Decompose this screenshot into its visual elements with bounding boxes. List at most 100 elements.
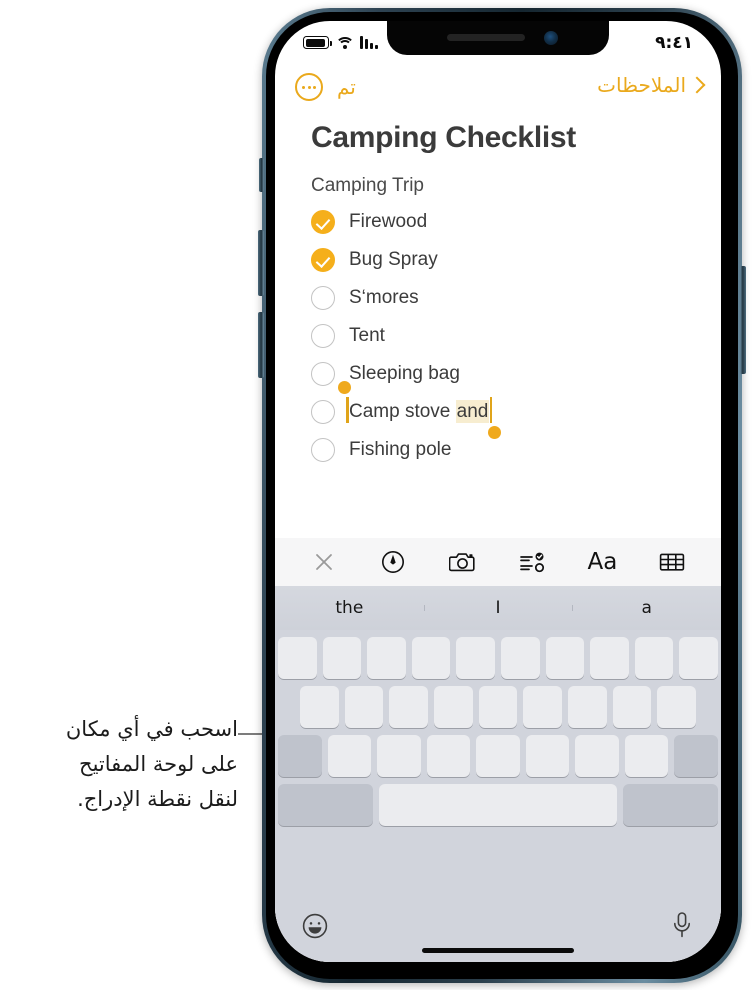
list-item-with-selection[interactable]: Camp stove and [311, 381, 721, 439]
keyboard-row-3 [275, 735, 721, 777]
key[interactable] [456, 637, 495, 679]
markup-pen-icon[interactable] [378, 547, 408, 577]
battery-full-icon [303, 36, 332, 49]
text-selection-highlight[interactable]: and [337, 381, 501, 439]
wifi-icon [335, 36, 354, 49]
navigation-actions: تم [295, 73, 356, 101]
text-format-aa-icon[interactable]: Aa [587, 547, 618, 577]
key[interactable] [634, 637, 674, 679]
key[interactable] [523, 686, 563, 728]
checklist-item-text: Camp stove [349, 401, 456, 422]
navigation-bar: الملاحظات تم [275, 67, 721, 111]
volume-down-button[interactable] [258, 312, 264, 378]
key[interactable] [299, 686, 339, 728]
notes-accessory-toolbar: Aa [275, 538, 721, 586]
key[interactable] [612, 686, 652, 728]
key[interactable] [327, 735, 372, 777]
shift-key[interactable] [277, 735, 322, 777]
back-button-label: الملاحظات [597, 73, 686, 97]
selection-end-handle[interactable] [487, 426, 501, 439]
callout-text: اسحب في أي مكان على لوحة المفاتيح لنقل ن… [65, 717, 238, 811]
space-key[interactable] [379, 784, 617, 826]
key[interactable] [679, 637, 718, 679]
checkbox-unchecked-icon[interactable] [311, 324, 335, 348]
checkbox-checked-icon[interactable] [311, 248, 335, 272]
key[interactable] [478, 686, 518, 728]
front-camera-icon [544, 31, 558, 45]
key[interactable] [367, 637, 406, 679]
list-item[interactable]: Fishing pole [311, 431, 721, 469]
checklist-item-label: Bug Spray [349, 249, 438, 270]
key[interactable] [590, 637, 629, 679]
key[interactable] [377, 735, 421, 777]
done-button[interactable]: تم [337, 75, 356, 99]
display-notch [387, 21, 609, 55]
key[interactable] [568, 686, 607, 728]
list-item[interactable]: Bug Spray [311, 241, 721, 279]
status-indicators [303, 36, 378, 49]
checkbox-unchecked-icon[interactable] [311, 400, 335, 424]
checklist-icon[interactable] [518, 547, 548, 577]
checkbox-unchecked-icon[interactable] [311, 438, 335, 462]
format-label: Aa [587, 549, 618, 575]
device-screen: ٩:٤١ الملاحظات تم Camping Checklist Camp… [275, 21, 721, 962]
key[interactable] [426, 735, 471, 777]
key[interactable] [411, 637, 451, 679]
camera-icon[interactable] [448, 547, 478, 577]
list-item[interactable]: Sleeping bag [311, 355, 721, 393]
key[interactable] [434, 686, 473, 728]
page-title: Camping Checklist [311, 121, 576, 154]
checkbox-unchecked-icon[interactable] [311, 286, 335, 310]
software-keyboard[interactable]: the I a [275, 586, 721, 962]
status-bar-time: ٩:٤١ [655, 33, 693, 53]
checklist-item-label: Tent [349, 325, 385, 346]
checklist-item-label: Camp stove and [337, 381, 501, 439]
key[interactable] [344, 686, 384, 728]
key[interactable] [575, 735, 619, 777]
back-to-notes-button[interactable]: الملاحظات [597, 73, 706, 97]
checklist-item-label: Firewood [349, 211, 428, 232]
keyboard-row-4 [275, 784, 721, 826]
list-item[interactable]: Firewood [311, 203, 721, 241]
chevron-right-icon [688, 76, 706, 93]
ellipsis-circle-icon[interactable] [295, 73, 323, 101]
volume-up-button[interactable] [258, 230, 264, 296]
key[interactable] [545, 637, 585, 679]
list-item[interactable]: S‘mores [311, 279, 721, 317]
prediction-candidate[interactable]: the [275, 598, 424, 618]
keyboard-row-2 [275, 686, 721, 728]
microphone-icon[interactable] [669, 910, 695, 945]
earpiece-speaker [447, 34, 525, 41]
key[interactable] [389, 686, 428, 728]
return-key[interactable] [622, 784, 718, 826]
checklist-item-label: S‘mores [349, 287, 419, 308]
numbers-key[interactable] [278, 784, 374, 826]
selection-start-handle[interactable] [337, 381, 351, 394]
key[interactable] [476, 735, 520, 777]
checklist: Firewood Bug Spray S‘mores Tent Sleeping… [275, 203, 721, 469]
emoji-smiley-icon[interactable] [301, 912, 329, 945]
key[interactable] [525, 735, 570, 777]
key[interactable] [657, 686, 697, 728]
list-item[interactable]: Tent [311, 317, 721, 355]
backspace-key[interactable] [674, 735, 719, 777]
mute-switch-button[interactable] [259, 158, 264, 192]
close-x-icon[interactable] [309, 547, 339, 577]
checklist-item-label: Fishing pole [349, 439, 452, 460]
power-side-button[interactable] [740, 266, 746, 374]
checkbox-checked-icon[interactable] [311, 210, 335, 234]
key[interactable] [624, 735, 669, 777]
key[interactable] [322, 637, 362, 679]
prediction-candidate[interactable]: a [572, 598, 721, 618]
checklist-item-label: Sleeping bag [349, 363, 460, 384]
note-subtitle: Camping Trip [311, 175, 424, 196]
table-icon[interactable] [657, 547, 687, 577]
home-indicator[interactable] [422, 948, 574, 953]
selection-start-bar [337, 381, 351, 423]
selection-end-bar [487, 397, 501, 439]
key[interactable] [501, 637, 540, 679]
key[interactable] [278, 637, 317, 679]
selected-word: and [456, 401, 489, 422]
prediction-candidate[interactable]: I [423, 598, 573, 618]
checkbox-unchecked-icon[interactable] [311, 362, 335, 386]
